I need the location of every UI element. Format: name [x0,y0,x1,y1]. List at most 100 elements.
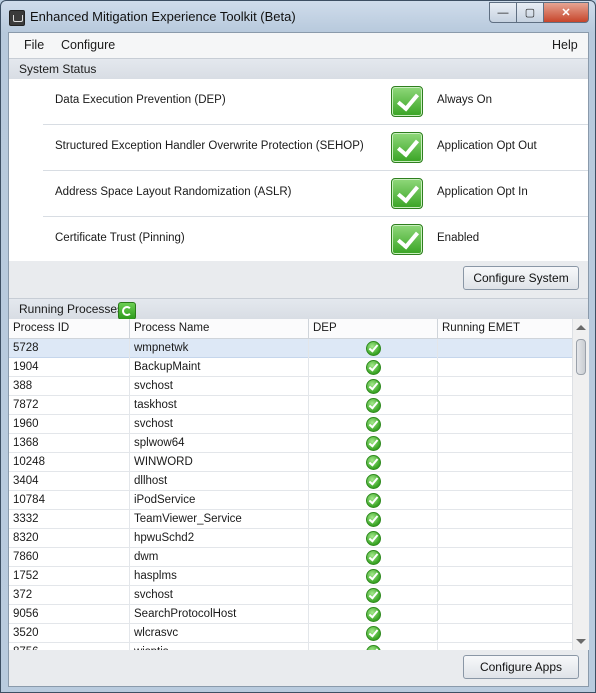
refresh-icon[interactable] [118,302,136,320]
process-id-cell: 1368 [9,434,130,453]
running-emet-cell [438,453,572,472]
status-row-aslr: Address Space Layout Randomization (ASLR… [43,171,588,217]
configure-apps-button[interactable]: Configure Apps [463,655,579,679]
process-id-cell: 1904 [9,358,130,377]
close-icon: ✕ [561,7,571,19]
system-button-bar: Configure System [9,261,588,298]
table-row[interactable]: 3332 TeamViewer_Service [9,510,572,529]
dep-cell [309,510,438,529]
process-id-cell: 388 [9,377,130,396]
process-name-cell: svchost [130,415,309,434]
table-row[interactable]: 5728 wmpnetwk [9,339,572,358]
client-area: File Configure Help System Status Data E… [8,32,589,687]
table-row[interactable]: 1960 svchost [9,415,572,434]
scroll-down-icon[interactable] [576,639,586,644]
process-name-cell: wisptis [130,643,309,650]
table-row[interactable]: 1368 splwow64 [9,434,572,453]
table-row[interactable]: 10248 WINWORD [9,453,572,472]
table-header: Process ID Process Name DEP Running EMET [9,319,572,339]
process-name-cell: hasplms [130,567,309,586]
running-emet-cell [438,339,572,358]
process-id-cell: 1960 [9,415,130,434]
check-icon [366,531,381,546]
process-name-cell: BackupMaint [130,358,309,377]
configure-system-button[interactable]: Configure System [463,266,579,290]
running-emet-cell [438,567,572,586]
running-emet-cell [438,548,572,567]
check-icon [391,86,423,117]
status-value: Application Opt In [437,186,528,198]
table-row[interactable]: 372 svchost [9,586,572,605]
dep-cell [309,643,438,650]
process-id-cell: 7860 [9,548,130,567]
running-emet-cell [438,510,572,529]
column-header-process-name[interactable]: Process Name [130,319,309,338]
running-emet-cell [438,529,572,548]
running-emet-cell [438,415,572,434]
running-emet-cell [438,643,572,650]
menu-configure[interactable]: Configure [61,38,115,52]
dep-cell [309,415,438,434]
menu-bar: File Configure Help [9,33,588,58]
process-id-cell: 3520 [9,624,130,643]
maximize-button[interactable]: ▢ [517,2,544,23]
process-name-cell: dllhost [130,472,309,491]
status-label: Certificate Trust (Pinning) [55,232,185,244]
app-icon [9,10,25,26]
process-name-cell: svchost [130,377,309,396]
table-row[interactable]: 8756wisptis [9,643,572,650]
minimize-button[interactable]: — [489,2,517,23]
scroll-thumb[interactable] [576,339,586,375]
check-icon [366,626,381,641]
process-id-cell: 7872 [9,396,130,415]
check-icon [366,569,381,584]
running-emet-cell [438,358,572,377]
process-id-cell: 1752 [9,567,130,586]
menu-file[interactable]: File [24,38,44,52]
dep-cell [309,434,438,453]
process-name-cell: wmpnetwk [130,339,309,358]
check-icon [366,493,381,508]
status-value: Application Opt Out [437,140,537,152]
menu-help[interactable]: Help [552,38,578,52]
process-id-cell: 8320 [9,529,130,548]
column-header-dep[interactable]: DEP [309,319,438,338]
close-button[interactable]: ✕ [544,2,589,23]
table-row[interactable]: 7872 taskhost [9,396,572,415]
table-row[interactable]: 9056 SearchProtocolHost [9,605,572,624]
check-icon [366,398,381,413]
apps-button-bar: Configure Apps [9,650,588,686]
table-row[interactable]: 1752 hasplms [9,567,572,586]
table-row[interactable]: 388 svchost [9,377,572,396]
scroll-up-icon[interactable] [576,325,586,330]
table-row[interactable]: 10784 iPodService [9,491,572,510]
system-status-title: System Status [19,62,97,76]
vertical-scrollbar[interactable] [572,319,589,650]
column-header-running-emet[interactable]: Running EMET [438,319,572,338]
check-icon [366,455,381,470]
dep-cell [309,567,438,586]
status-label: Address Space Layout Randomization (ASLR… [55,186,292,198]
dep-cell [309,358,438,377]
check-icon [366,379,381,394]
status-row-sehop: Structured Exception Handler Overwrite P… [43,125,588,171]
system-status-header: System Status [9,58,588,80]
dep-cell [309,624,438,643]
process-name-cell: WINWORD [130,453,309,472]
table-row[interactable]: 7860 dwm [9,548,572,567]
column-header-process-id[interactable]: Process ID [9,319,130,338]
table-row[interactable]: 3404 dllhost [9,472,572,491]
status-row-pinning: Certificate Trust (Pinning) Enabled [43,217,588,263]
table-row[interactable]: 8320 hpwuSchd2 [9,529,572,548]
dep-cell [309,605,438,624]
table-row[interactable]: 1904 BackupMaint [9,358,572,377]
dep-cell [309,377,438,396]
check-icon [366,607,381,622]
table-row[interactable]: 3520 wlcrasvc [9,624,572,643]
dep-cell [309,453,438,472]
check-icon [366,360,381,375]
check-icon [366,417,381,432]
minimize-icon: — [497,6,509,19]
title-bar[interactable]: Enhanced Mitigation Experience Toolkit (… [1,1,595,33]
process-name-cell: TeamViewer_Service [130,510,309,529]
